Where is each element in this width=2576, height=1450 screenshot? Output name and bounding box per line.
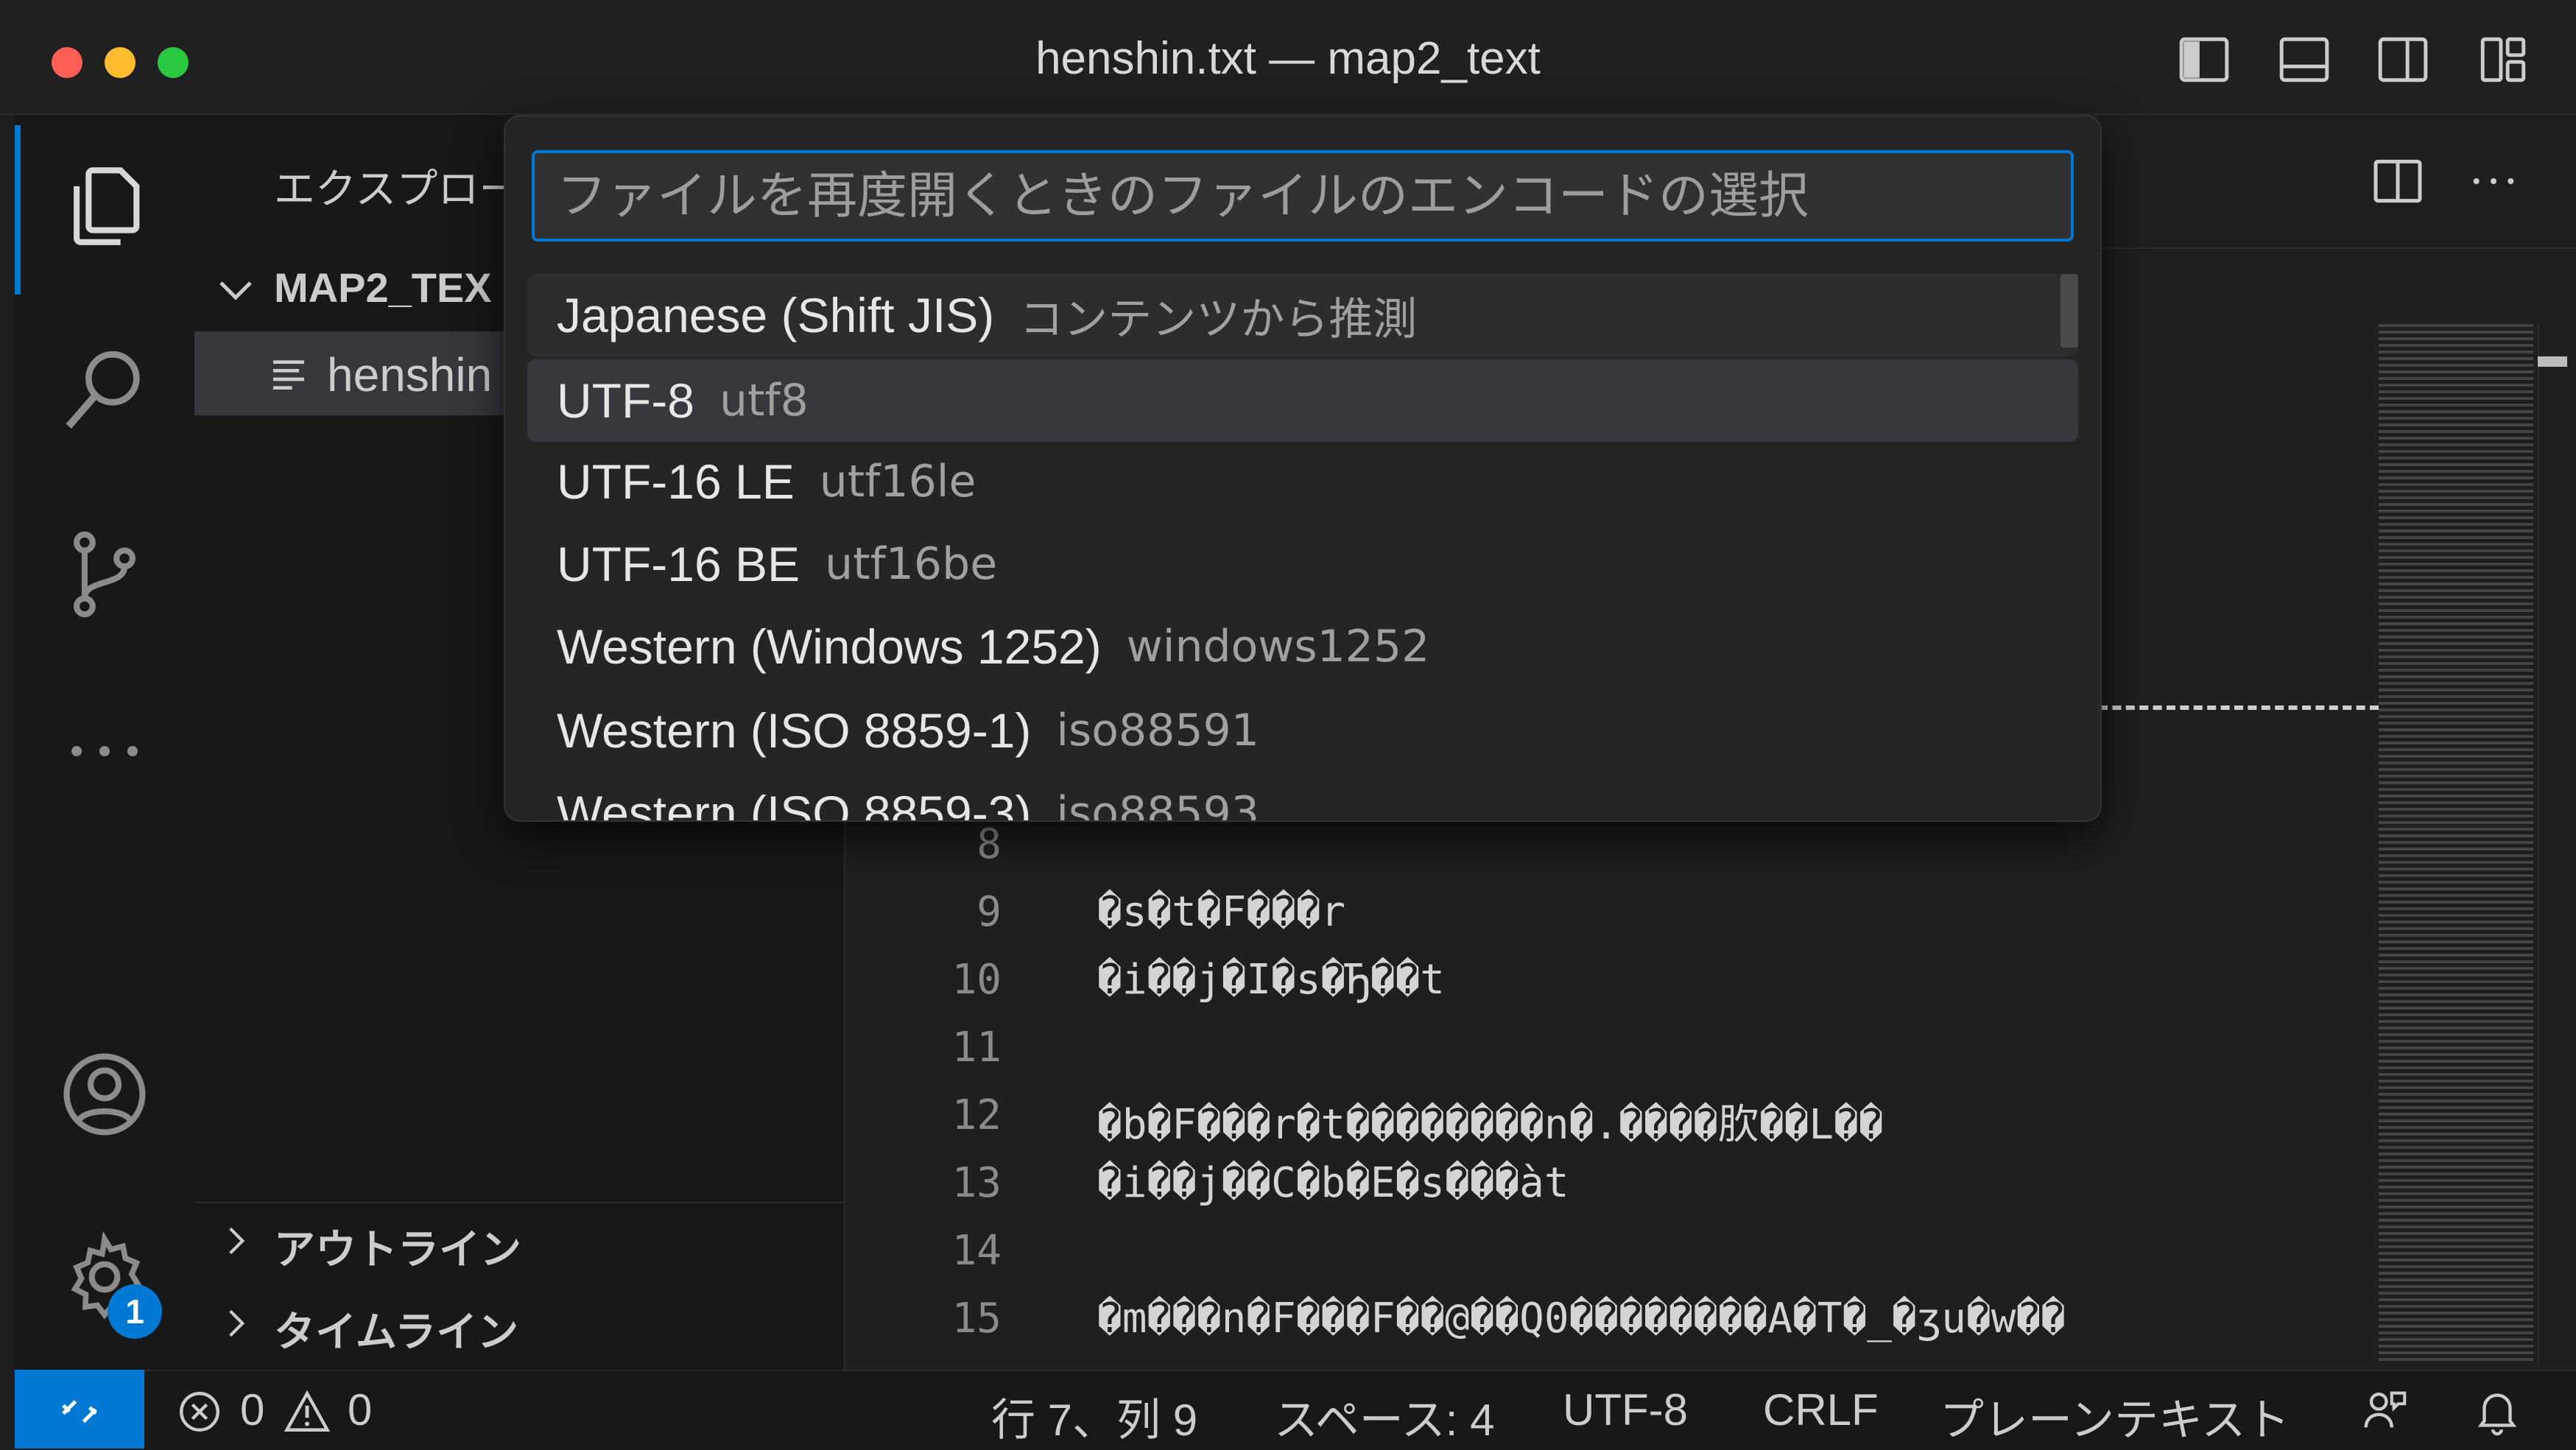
option-label: Western (ISO 8859-3) <box>557 786 1032 822</box>
eol-indicator[interactable]: CRLF <box>1763 1384 1879 1435</box>
encoding-option[interactable]: UTF-16 BE utf16be <box>527 523 2078 605</box>
outline-section[interactable]: アウトライン <box>274 1217 521 1276</box>
toggle-panel-icon[interactable] <box>2277 32 2332 87</box>
option-description: utf16le <box>819 456 976 507</box>
encoding-option-focused[interactable]: UTF-8 utf8 <box>527 359 2078 442</box>
option-description: iso88593 <box>1056 787 1259 822</box>
option-label: Western (ISO 8859-1) <box>557 703 1032 758</box>
more-icon[interactable] <box>15 692 194 810</box>
accounts-icon[interactable] <box>15 1035 194 1153</box>
toggle-secondary-sidebar-icon[interactable] <box>2376 32 2430 87</box>
option-label: UTF-16 LE <box>557 454 795 509</box>
code-line[interactable]: �m���n�F���F��@��Q0��������A�T�_�ʒu�w�� <box>1097 1295 2066 1342</box>
option-description: コンテンツから推測 <box>1019 293 1418 345</box>
quick-pick-scrollbar[interactable] <box>2061 274 2078 348</box>
more-actions-icon[interactable] <box>2464 152 2523 211</box>
line-number: 15 <box>951 1295 1002 1342</box>
option-description: utf16be <box>825 538 998 590</box>
toggle-primary-sidebar-icon[interactable] <box>2177 32 2231 87</box>
source-control-icon[interactable] <box>15 515 194 633</box>
explorer-icon[interactable] <box>15 147 194 265</box>
chevron-right-icon[interactable] <box>218 1305 255 1342</box>
manage-gear-icon[interactable] <box>15 1218 194 1336</box>
remote-icon <box>62 1399 97 1423</box>
option-label: Western (Windows 1252) <box>557 619 1102 674</box>
line-number: 12 <box>951 1091 1002 1139</box>
line-number: 11 <box>951 1024 1002 1071</box>
line-number: 13 <box>951 1159 1002 1207</box>
settings-badge: 1 <box>108 1284 162 1339</box>
editor-scrollbar[interactable] <box>2538 324 2569 1362</box>
option-description: windows1252 <box>1126 621 1430 672</box>
feedback-icon[interactable] <box>2359 1384 2411 1436</box>
customize-layout-icon[interactable] <box>2476 32 2530 87</box>
encoding-option[interactable]: Western (Windows 1252) windows1252 <box>527 605 2078 688</box>
line-number: 14 <box>951 1227 1002 1275</box>
sidebar-title: エクスプロー <box>274 166 521 212</box>
warning-icon[interactable] <box>283 1387 331 1436</box>
line-number: 8 <box>976 820 1002 868</box>
language-mode[interactable]: プレーンテキスト <box>1940 1384 2290 1449</box>
file-name[interactable]: henshin <box>327 348 492 402</box>
encoding-search-input[interactable] <box>535 153 2071 239</box>
encoding-quick-pick: Japanese (Shift JIS) コンテンツから推測 UTF-8 utf… <box>504 115 2102 822</box>
option-label: UTF-8 <box>557 373 694 428</box>
code-line[interactable]: �i��j�I�s�Ђ��t <box>1097 956 1445 1004</box>
encoding-option[interactable]: Japanese (Shift JIS) コンテンツから推測 <box>527 274 2078 356</box>
encoding-option[interactable]: Western (ISO 8859-3) iso88593 <box>527 772 2078 822</box>
quick-pick-input-box <box>532 150 2074 242</box>
code-line[interactable]: �b�F���r�t��������n�.����肷��L�� <box>1097 1091 1883 1151</box>
option-description: iso88591 <box>1056 705 1259 756</box>
remote-indicator[interactable] <box>15 1370 144 1449</box>
error-count[interactable]: 0 <box>240 1384 264 1435</box>
split-editor-icon[interactable] <box>2368 152 2427 211</box>
text-dash-fragment <box>2099 705 2379 710</box>
line-number: 10 <box>951 956 1002 1004</box>
encoding-option[interactable]: Western (ISO 8859-1) iso88591 <box>527 689 2078 772</box>
chevron-right-icon[interactable] <box>218 1222 255 1259</box>
chevron-down-icon[interactable] <box>214 268 258 312</box>
search-icon[interactable] <box>15 331 194 449</box>
warning-count[interactable]: 0 <box>348 1384 372 1435</box>
scrollbar-cursor-marker <box>2538 356 2567 367</box>
text-file-icon <box>268 353 309 395</box>
option-description: utf8 <box>719 375 809 426</box>
title-bar: henshin.txt — map2_text <box>0 0 2576 115</box>
encoding-option[interactable]: UTF-16 LE utf16le <box>527 440 2078 523</box>
indentation-setting[interactable]: スペース: 4 <box>1274 1384 1495 1449</box>
option-label: UTF-16 BE <box>557 537 800 591</box>
option-label: Japanese (Shift JIS) <box>557 288 995 342</box>
bell-icon[interactable] <box>2471 1384 2523 1436</box>
error-icon[interactable] <box>175 1387 224 1436</box>
code-line[interactable]: �i��j��C�b�E�s���àt <box>1097 1159 1569 1207</box>
timeline-section[interactable]: タイムライン <box>274 1299 518 1359</box>
minimap[interactable] <box>2379 324 2533 1362</box>
folder-name[interactable]: MAP2_TEX <box>274 264 492 312</box>
cursor-position[interactable]: 行 7、列 9 <box>991 1384 1197 1449</box>
encoding-indicator[interactable]: UTF-8 <box>1563 1384 1688 1435</box>
code-line[interactable]: �s�t�F���r <box>1097 888 1345 936</box>
line-number: 9 <box>976 888 1002 936</box>
